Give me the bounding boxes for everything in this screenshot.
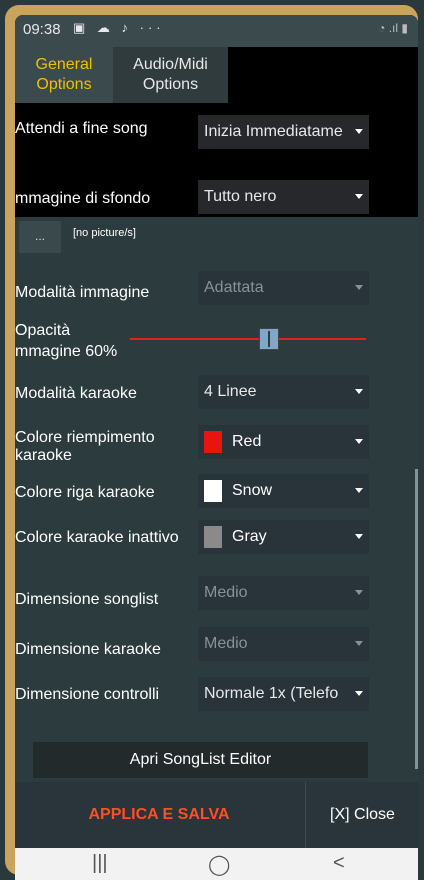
image-mode-dropdown[interactable]: Adattata bbox=[198, 271, 369, 305]
bottom-action-bar: APPLICA E SALVA [X] Close bbox=[15, 782, 418, 848]
karaoke-size-value: Medio bbox=[204, 635, 248, 652]
karaoke-mode-label: Modalità karaoke bbox=[15, 385, 137, 402]
bg-image-dropdown[interactable]: Tutto nero bbox=[198, 180, 369, 214]
no-picture-text: [no picture/s] bbox=[73, 227, 136, 239]
fill-color-dropdown[interactable]: Red bbox=[198, 425, 369, 459]
tab-general-line2: Options bbox=[36, 76, 92, 93]
chevron-down-icon bbox=[355, 641, 363, 646]
fill-color-label-line1: Colore riempimento bbox=[15, 429, 155, 446]
row-color-value: Snow bbox=[232, 482, 273, 499]
fill-color-swatch bbox=[204, 431, 222, 453]
controls-size-label: Dimensione controlli bbox=[15, 686, 160, 703]
system-nav-bar: ||| ◯ < bbox=[15, 848, 418, 880]
phone-frame: 09:38 ▣ ☁ ♪ ··· ◔ .ıl ▮ General Options … bbox=[5, 5, 418, 880]
karaoke-size-label: Dimensione karaoke bbox=[15, 641, 161, 658]
opacity-label-line1: Opacità bbox=[15, 322, 71, 339]
tab-audio-midi-options[interactable]: Audio/Midi Options bbox=[113, 47, 228, 103]
opacity-label-line2: mmagine 60% bbox=[15, 343, 118, 360]
apply-save-button[interactable]: APPLICA E SALVA bbox=[15, 782, 303, 848]
row-color-label: Colore riga karaoke bbox=[15, 484, 155, 501]
inactive-color-label: Colore karaoke inattivo bbox=[15, 529, 179, 546]
recent-apps-icon[interactable]: ||| bbox=[92, 852, 108, 875]
inactive-color-swatch bbox=[204, 526, 222, 548]
fill-color-label-line2: karaoke bbox=[15, 447, 72, 464]
songlist-size-value: Medio bbox=[204, 584, 248, 601]
chevron-down-icon bbox=[355, 129, 363, 134]
chevron-down-icon bbox=[355, 534, 363, 539]
image-mode-label: Modalità immagine bbox=[15, 284, 150, 301]
opacity-slider-track[interactable] bbox=[130, 338, 366, 340]
chevron-down-icon bbox=[355, 439, 363, 444]
wait-end-dropdown[interactable]: Inizia Immediatame bbox=[198, 115, 369, 149]
row-color-swatch bbox=[204, 480, 222, 502]
tab-audio-line2: Options bbox=[142, 76, 199, 93]
signal-battery-icon: ◔ .ıl ▮ bbox=[378, 21, 408, 35]
browse-picture-button[interactable]: ... bbox=[19, 221, 61, 253]
songlist-size-label: Dimensione songlist bbox=[15, 591, 159, 608]
chevron-down-icon bbox=[355, 285, 363, 290]
back-icon[interactable]: < bbox=[333, 852, 345, 875]
close-button[interactable]: [X] Close bbox=[305, 782, 418, 848]
home-icon[interactable]: ◯ bbox=[208, 852, 230, 877]
chevron-down-icon bbox=[355, 590, 363, 595]
chevron-down-icon bbox=[355, 691, 363, 696]
songlist-size-dropdown[interactable]: Medio bbox=[198, 576, 369, 610]
tab-bar: General Options Audio/Midi Options bbox=[15, 47, 418, 109]
karaoke-size-dropdown[interactable]: Medio bbox=[198, 627, 369, 661]
controls-size-value: Normale 1x (Telefo bbox=[204, 685, 339, 702]
fill-color-value: Red bbox=[232, 433, 262, 450]
karaoke-mode-dropdown[interactable]: 4 Linee bbox=[198, 375, 369, 409]
tab-general-options[interactable]: General Options bbox=[15, 47, 113, 103]
bg-image-value: Tutto nero bbox=[204, 188, 277, 205]
image-mode-value: Adattata bbox=[204, 279, 264, 296]
chevron-down-icon bbox=[355, 389, 363, 394]
row-color-dropdown[interactable]: Snow bbox=[198, 474, 369, 508]
tab-general-line1: General bbox=[35, 56, 93, 73]
wait-end-label: Attendi a fine song bbox=[15, 120, 148, 137]
tab-audio-line1: Audio/Midi bbox=[133, 56, 208, 73]
inactive-color-dropdown[interactable]: Gray bbox=[198, 520, 369, 554]
bg-image-label: mmagine di sfondo bbox=[15, 190, 151, 207]
status-bar: 09:38 ▣ ☁ ♪ ··· ◔ .ıl ▮ bbox=[15, 15, 418, 47]
controls-size-dropdown[interactable]: Normale 1x (Telefo bbox=[198, 677, 369, 711]
screen: 09:38 ▣ ☁ ♪ ··· ◔ .ıl ▮ General Options … bbox=[15, 15, 418, 880]
open-songlist-editor-button[interactable]: Apri SongList Editor bbox=[33, 742, 368, 778]
notification-icons: ▣ ☁ ♪ ··· bbox=[73, 20, 165, 35]
scrollbar[interactable] bbox=[415, 469, 418, 769]
settings-content[interactable]: Attendi a fine song Inizia Immediatame m… bbox=[15, 109, 418, 782]
wait-end-value: Inizia Immediatame bbox=[204, 123, 343, 140]
inactive-color-value: Gray bbox=[232, 528, 267, 545]
status-time: 09:38 bbox=[23, 21, 61, 38]
chevron-down-icon bbox=[355, 488, 363, 493]
karaoke-mode-value: 4 Linee bbox=[204, 383, 257, 400]
opacity-slider-thumb[interactable] bbox=[258, 328, 279, 350]
chevron-down-icon bbox=[355, 194, 363, 199]
